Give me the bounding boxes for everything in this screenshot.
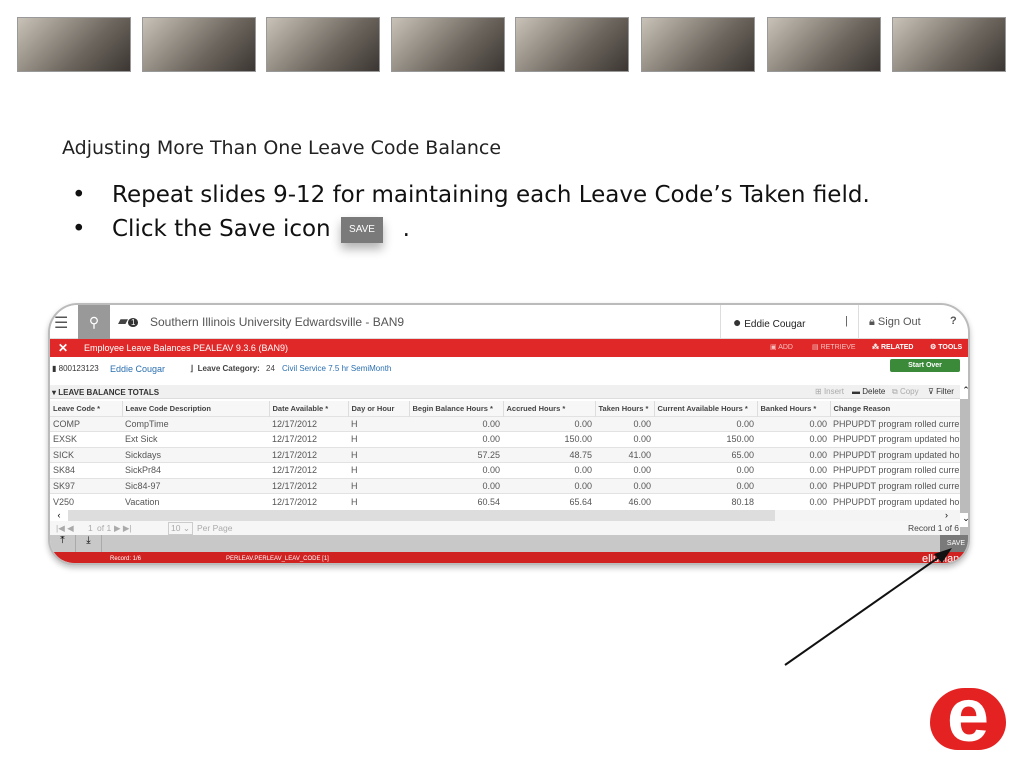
pointer-arrow <box>784 548 952 666</box>
siue-logo: e <box>930 688 1006 750</box>
logo-letter: e <box>946 688 990 750</box>
